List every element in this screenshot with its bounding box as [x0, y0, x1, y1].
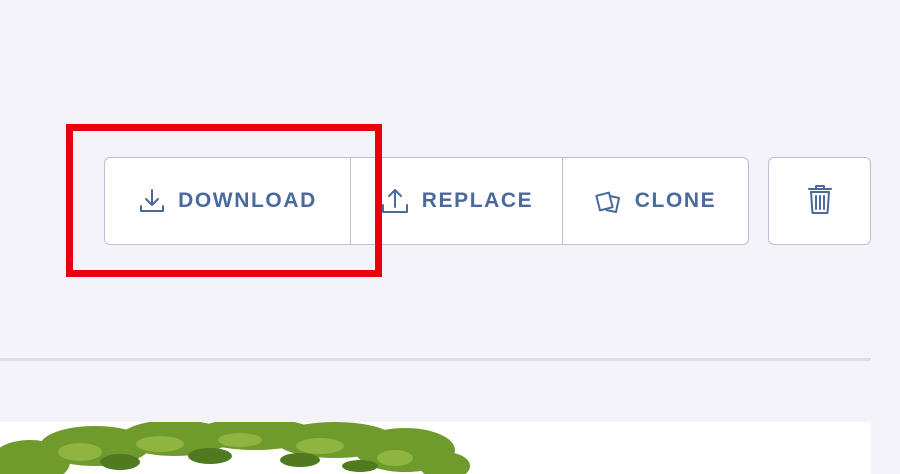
- foliage-image: [0, 422, 871, 474]
- asset-action-toolbar: DOWNLOAD REPLACE CLONE: [104, 157, 749, 245]
- replace-button[interactable]: REPLACE: [350, 158, 562, 244]
- section-divider: [0, 358, 871, 361]
- upload-icon: [380, 186, 410, 216]
- image-preview: [0, 422, 871, 474]
- asset-action-button-group: DOWNLOAD REPLACE CLONE: [104, 157, 749, 245]
- trash-icon: [806, 183, 834, 220]
- download-button-label: DOWNLOAD: [178, 189, 317, 212]
- clone-button[interactable]: CLONE: [562, 158, 748, 244]
- download-icon: [138, 187, 166, 215]
- download-button[interactable]: DOWNLOAD: [105, 158, 350, 244]
- clone-button-label: CLONE: [634, 189, 717, 212]
- replace-button-label: REPLACE: [421, 189, 534, 212]
- delete-button[interactable]: [768, 157, 871, 245]
- clone-icon: [595, 188, 623, 214]
